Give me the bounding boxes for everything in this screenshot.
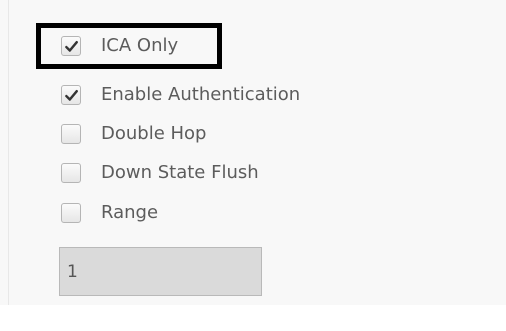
down-state-flush-label: Down State Flush	[101, 162, 259, 183]
enable-authentication-option[interactable]: Enable Authentication	[61, 82, 300, 108]
settings-panel: ICA Only Enable Authentication Double Ho…	[0, 0, 506, 331]
panel-footer	[0, 305, 506, 331]
enable-authentication-checkbox[interactable]	[61, 85, 81, 105]
double-hop-option[interactable]: Double Hop	[61, 121, 206, 147]
checkmark-icon	[65, 40, 78, 52]
ica-only-label: ICA Only	[101, 35, 179, 56]
double-hop-label: Double Hop	[101, 123, 207, 144]
down-state-flush-checkbox[interactable]	[61, 163, 81, 183]
range-option[interactable]: Range	[61, 200, 158, 226]
checkmark-icon	[65, 89, 78, 101]
ica-only-checkbox[interactable]	[61, 36, 81, 56]
double-hop-checkbox[interactable]	[61, 124, 81, 144]
ica-only-option[interactable]: ICA Only	[61, 33, 178, 59]
down-state-flush-option[interactable]: Down State Flush	[61, 160, 259, 186]
enable-authentication-label: Enable Authentication	[101, 84, 301, 105]
range-label: Range	[101, 202, 159, 223]
range-value-input[interactable]	[59, 247, 262, 296]
panel-divider	[8, 0, 9, 305]
range-checkbox[interactable]	[61, 203, 81, 223]
